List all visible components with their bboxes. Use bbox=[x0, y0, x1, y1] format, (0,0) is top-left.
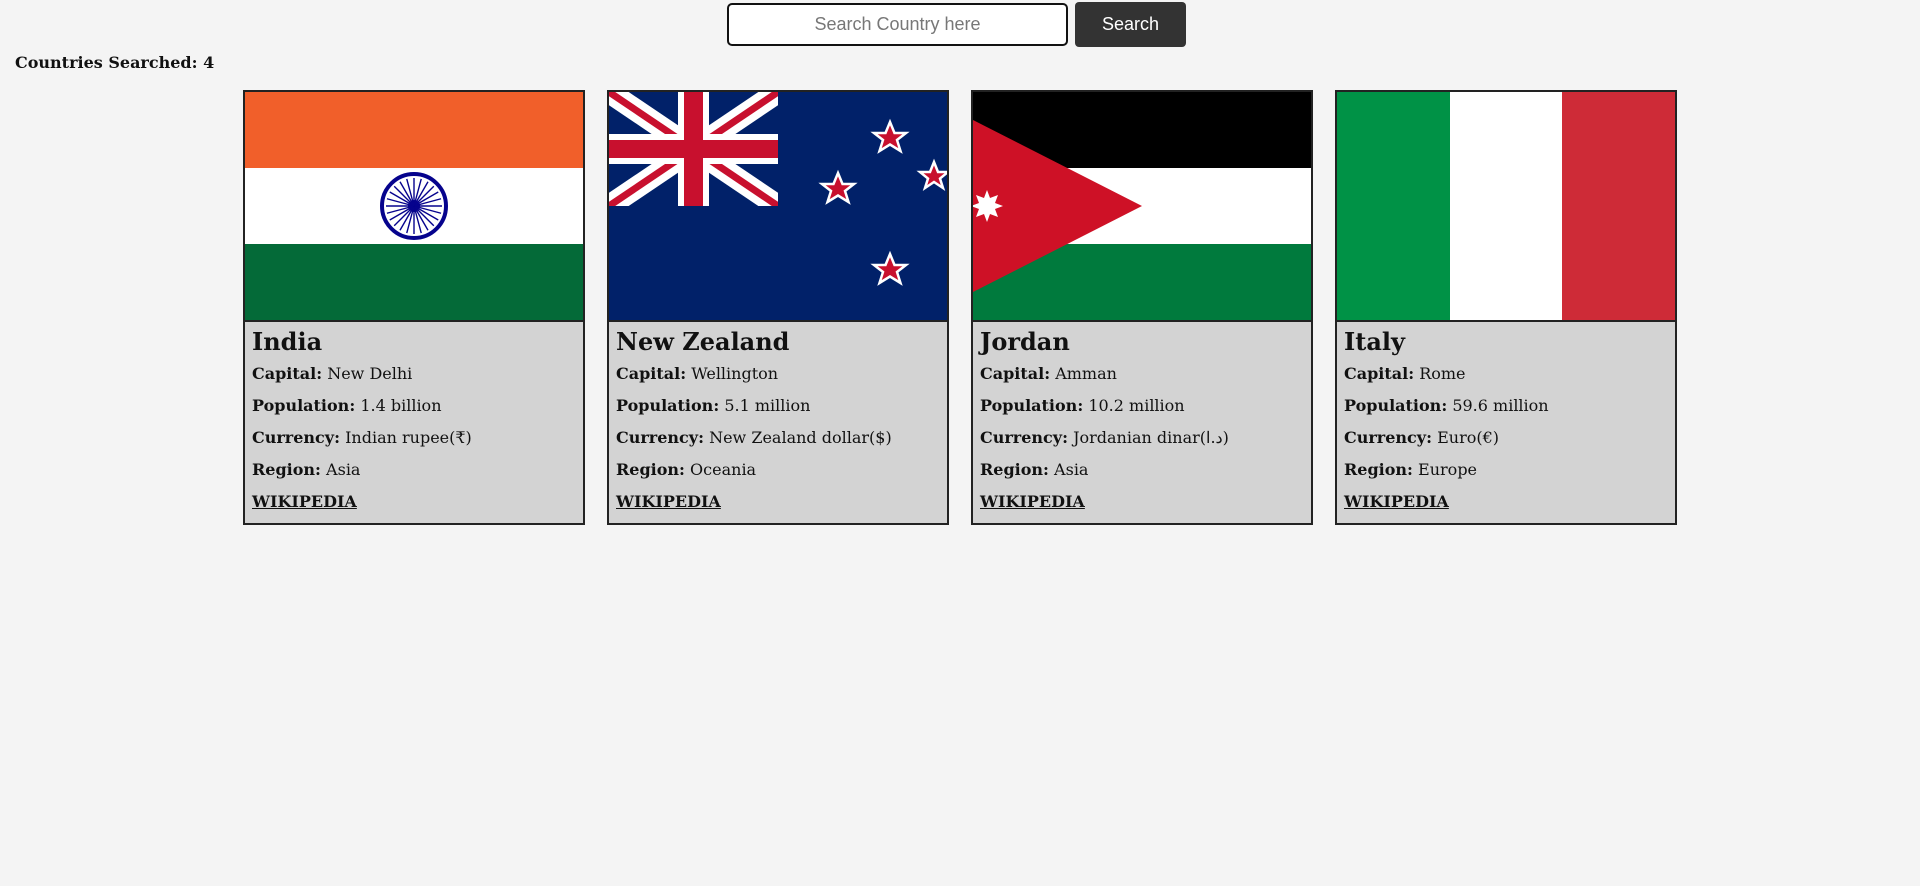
region-label: Region: bbox=[252, 460, 321, 479]
population-value: 59.6 million bbox=[1452, 396, 1549, 415]
country-name: New Zealand bbox=[616, 327, 790, 356]
currency-row: Currency: New Zealand dollar($) bbox=[616, 428, 940, 448]
jordan-flag-icon bbox=[973, 92, 1311, 322]
capital-value: Rome bbox=[1419, 364, 1466, 383]
country-cards: India Capital: New Delhi Population: 1.4… bbox=[243, 90, 1677, 525]
capital-label: Capital: bbox=[616, 364, 687, 383]
currency-value: New Zealand dollar($) bbox=[709, 428, 892, 447]
currency-row: Currency: Indian rupee(₹) bbox=[252, 428, 576, 448]
wikipedia-link[interactable]: WIKIPEDIA bbox=[616, 492, 721, 511]
population-value: 10.2 million bbox=[1088, 396, 1185, 415]
currency-label: Currency: bbox=[252, 428, 340, 447]
capital-label: Capital: bbox=[1344, 364, 1415, 383]
region-row: Region: Asia bbox=[252, 460, 576, 480]
region-value: Asia bbox=[326, 460, 361, 479]
region-value: Europe bbox=[1418, 460, 1478, 479]
country-info: New Zealand Capital: Wellington Populati… bbox=[609, 322, 947, 512]
country-info: India Capital: New Delhi Population: 1.4… bbox=[245, 322, 583, 512]
currency-value: Indian rupee(₹) bbox=[345, 428, 472, 447]
country-name: Jordan bbox=[980, 327, 1070, 356]
population-row: Population: 10.2 million bbox=[980, 396, 1304, 416]
population-label: Population: bbox=[252, 396, 356, 415]
population-value: 5.1 million bbox=[724, 396, 811, 415]
region-label: Region: bbox=[616, 460, 685, 479]
currency-value: Euro(€) bbox=[1437, 428, 1500, 447]
currency-label: Currency: bbox=[1344, 428, 1432, 447]
italy-flag-icon bbox=[1337, 92, 1675, 322]
capital-value: Wellington bbox=[691, 364, 779, 383]
country-card-jordan: Jordan Capital: Amman Population: 10.2 m… bbox=[971, 90, 1313, 525]
capital-value: Amman bbox=[1055, 364, 1117, 383]
currency-label: Currency: bbox=[980, 428, 1068, 447]
wikipedia-link[interactable]: WIKIPEDIA bbox=[980, 492, 1085, 511]
region-value: Asia bbox=[1054, 460, 1089, 479]
wikipedia-link[interactable]: WIKIPEDIA bbox=[1344, 492, 1449, 511]
region-row: Region: Europe bbox=[1344, 460, 1668, 480]
currency-label: Currency: bbox=[616, 428, 704, 447]
population-row: Population: 1.4 billion bbox=[252, 396, 576, 416]
country-name: Italy bbox=[1344, 327, 1405, 356]
country-card-india: India Capital: New Delhi Population: 1.4… bbox=[243, 90, 585, 525]
capital-label: Capital: bbox=[980, 364, 1051, 383]
region-label: Region: bbox=[980, 460, 1049, 479]
region-value: Oceania bbox=[690, 460, 757, 479]
search-bar: Search bbox=[727, 2, 1186, 47]
population-row: Population: 59.6 million bbox=[1344, 396, 1668, 416]
capital-row: Capital: Wellington bbox=[616, 364, 940, 384]
region-row: Region: Asia bbox=[980, 460, 1304, 480]
country-info: Jordan Capital: Amman Population: 10.2 m… bbox=[973, 322, 1311, 512]
search-input[interactable] bbox=[727, 3, 1068, 46]
capital-row: Capital: New Delhi bbox=[252, 364, 576, 384]
population-label: Population: bbox=[1344, 396, 1448, 415]
capital-value: New Delhi bbox=[327, 364, 413, 383]
countries-searched-counter: Countries Searched: 4 bbox=[15, 53, 215, 72]
region-label: Region: bbox=[1344, 460, 1413, 479]
currency-row: Currency: Jordanian dinar(د.ا) bbox=[980, 428, 1304, 448]
new-zealand-flag-icon bbox=[609, 92, 947, 322]
capital-label: Capital: bbox=[252, 364, 323, 383]
india-flag-icon bbox=[245, 92, 583, 322]
population-row: Population: 5.1 million bbox=[616, 396, 940, 416]
population-label: Population: bbox=[616, 396, 720, 415]
currency-value: Jordanian dinar(د.ا) bbox=[1073, 428, 1229, 447]
country-card-italy: Italy Capital: Rome Population: 59.6 mil… bbox=[1335, 90, 1677, 525]
country-name: India bbox=[252, 327, 323, 356]
country-info: Italy Capital: Rome Population: 59.6 mil… bbox=[1337, 322, 1675, 512]
population-label: Population: bbox=[980, 396, 1084, 415]
capital-row: Capital: Amman bbox=[980, 364, 1304, 384]
search-button[interactable]: Search bbox=[1075, 2, 1186, 47]
currency-row: Currency: Euro(€) bbox=[1344, 428, 1668, 448]
wikipedia-link[interactable]: WIKIPEDIA bbox=[252, 492, 357, 511]
country-card-new-zealand: New Zealand Capital: Wellington Populati… bbox=[607, 90, 949, 525]
region-row: Region: Oceania bbox=[616, 460, 940, 480]
population-value: 1.4 billion bbox=[360, 396, 442, 415]
capital-row: Capital: Rome bbox=[1344, 364, 1668, 384]
